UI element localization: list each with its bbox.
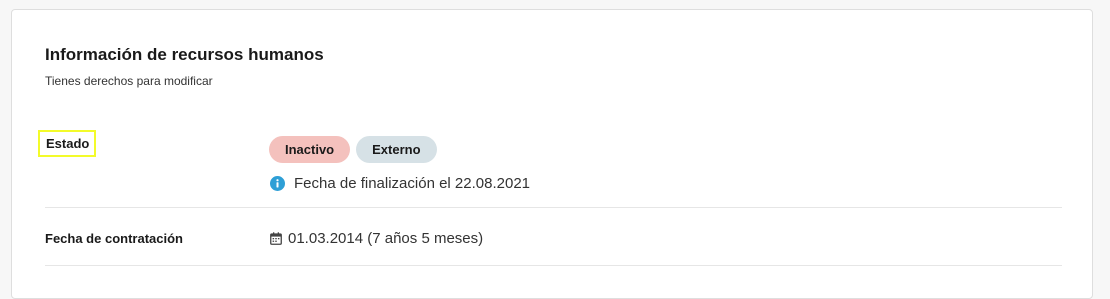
status-badge-external: Externo [356, 136, 437, 163]
section-title: Información de recursos humanos [45, 45, 324, 64]
calendar-icon [270, 232, 282, 245]
status-label: Estado [38, 130, 97, 157]
hr-info-card: Información de recursos humanos Tienes d… [11, 9, 1093, 299]
hire-date-value: 01.03.2014 (7 años 5 meses) [288, 230, 484, 247]
status-badge-inactive: Inactivo [269, 136, 351, 163]
hire-date-label: Fecha de contratación [45, 231, 183, 246]
end-date-text: Fecha de finalización el 22.08.2021 [294, 175, 531, 192]
info-circle-icon [270, 176, 285, 191]
hire-date-value-row: 01.03.2014 (7 años 5 meses) [270, 230, 483, 247]
row-divider [45, 207, 1062, 208]
end-date-note: Fecha de finalización el 22.08.2021 [270, 175, 530, 192]
status-badges: Inactivo Externo [269, 136, 437, 163]
row-divider [45, 265, 1062, 266]
section-subtitle: Tienes derechos para modificar [45, 74, 213, 88]
